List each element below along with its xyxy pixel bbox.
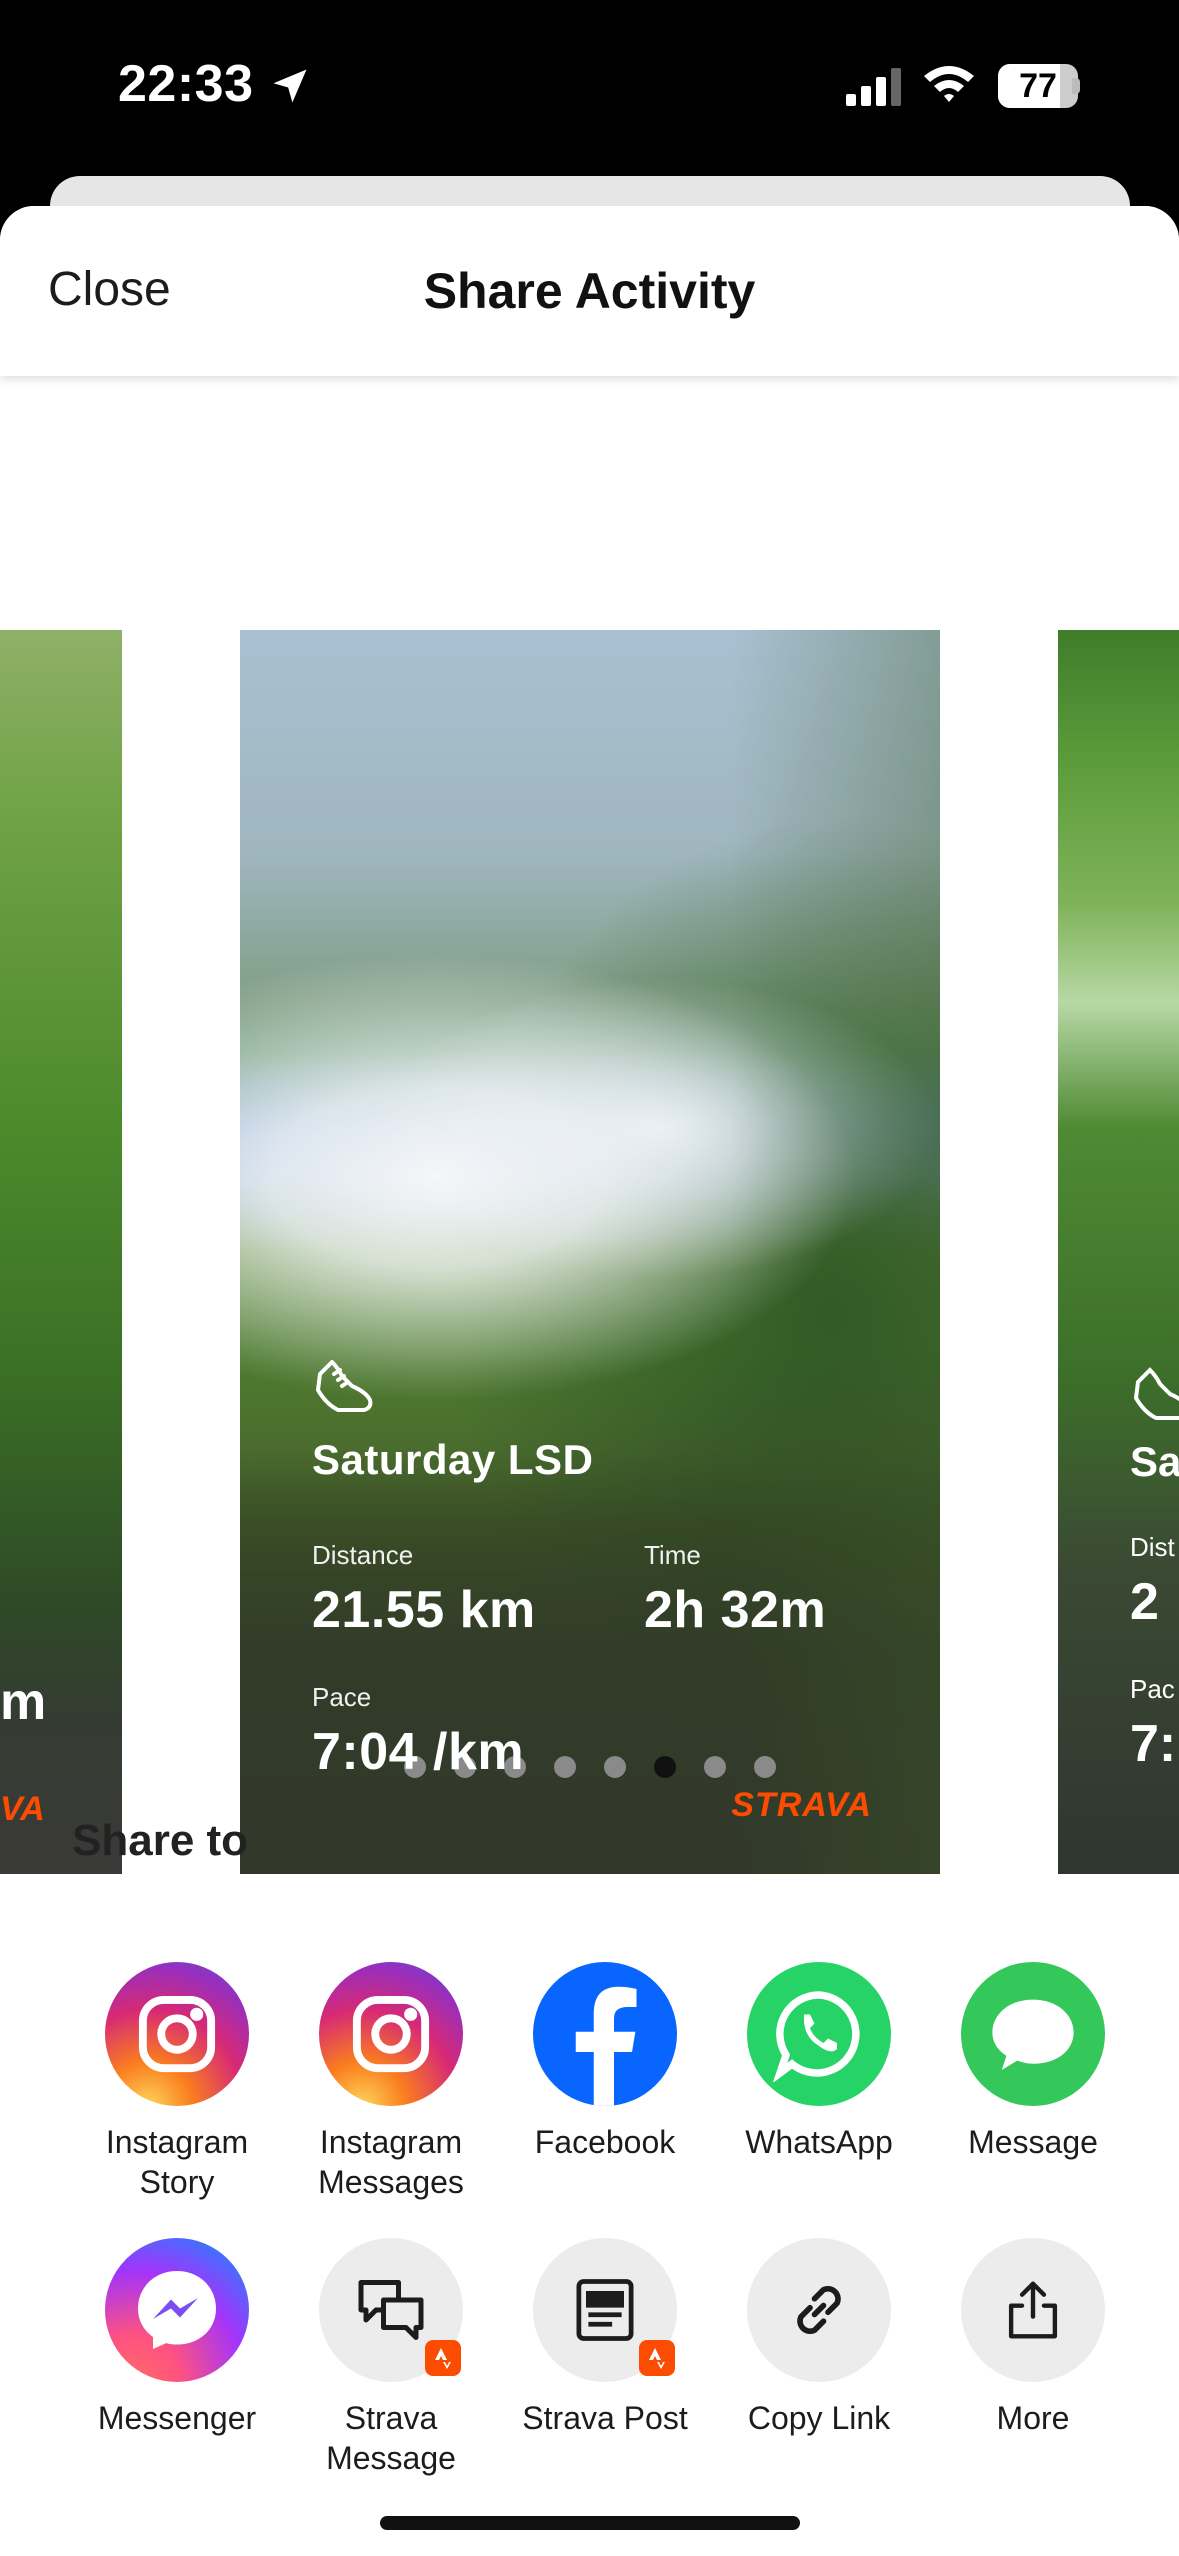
- link-icon: [747, 2238, 891, 2382]
- share-strava-message[interactable]: Strava Message: [284, 2238, 498, 2478]
- time-label: Time: [644, 1540, 701, 1570]
- share-label: Strava Post: [522, 2400, 688, 2436]
- share-label: Messenger: [97, 2400, 257, 2436]
- location-arrow-icon: [273, 69, 307, 103]
- page-title: Share Activity: [423, 263, 756, 319]
- cellular-signal-icon: [846, 68, 901, 106]
- battery-indicator: 77: [998, 64, 1078, 108]
- share-label: More: [996, 2400, 1070, 2436]
- share-label: Strava Message: [326, 2400, 456, 2476]
- distance-label: Distance: [312, 1540, 414, 1570]
- partial-card-title: Sa: [1130, 1438, 1179, 1485]
- partial-card-pace-label: Pac: [1130, 1674, 1175, 1704]
- post-icon: [533, 2238, 677, 2382]
- strava-badge-icon: [425, 2340, 461, 2376]
- chat-bubbles-icon: [319, 2238, 463, 2382]
- share-label: Instagram Messages: [318, 2124, 464, 2200]
- partial-card-distance-label: Dist: [1130, 1532, 1175, 1562]
- sheet-header: Close Share Activity: [0, 206, 1179, 376]
- share-card-next[interactable]: Sa Dist 2 Pac 7:: [1058, 630, 1179, 1874]
- share-instagram-story[interactable]: Instagram Story: [70, 1962, 284, 2202]
- message-bubble-icon: [961, 1962, 1105, 2106]
- share-whatsapp[interactable]: WhatsApp: [712, 1962, 926, 2162]
- pace-label: Pace: [312, 1682, 372, 1712]
- share-facebook[interactable]: Facebook: [498, 1962, 712, 2162]
- instagram-icon: [319, 1962, 463, 2106]
- battery-tip: [1072, 78, 1080, 94]
- share-copy-link[interactable]: Copy Link: [712, 2238, 926, 2438]
- share-card-current[interactable]: Saturday LSD Distance 21.55 km Time 2h 3…: [240, 630, 940, 1874]
- share-instagram-messages[interactable]: Instagram Messages: [284, 1962, 498, 2202]
- wifi-icon: [924, 66, 974, 102]
- whatsapp-icon: [747, 1962, 891, 2106]
- strava-badge-icon: [639, 2340, 675, 2376]
- share-label: WhatsApp: [745, 2124, 893, 2160]
- status-bar: 22:33 77: [0, 0, 1179, 170]
- partial-card-value: m: [0, 1673, 47, 1731]
- share-icon: [961, 2238, 1105, 2382]
- partial-card-distance-value: 2: [1130, 1573, 1159, 1631]
- share-label: Copy Link: [747, 2400, 891, 2436]
- share-to-heading: Share to: [72, 1816, 249, 1865]
- share-message[interactable]: Message: [926, 1962, 1140, 2162]
- running-shoe-icon: [1133, 1367, 1179, 1420]
- share-card-carousel[interactable]: m VA Saturday LSD Distance 21.55 km Time…: [0, 376, 1179, 1956]
- distance-value: 21.55 km: [312, 1581, 536, 1639]
- battery-percentage: 77: [1019, 67, 1057, 105]
- share-messenger[interactable]: Messenger: [70, 2238, 284, 2438]
- share-sheet: Close Share Activity m VA Saturday LSD D…: [0, 206, 1179, 2556]
- running-shoe-icon: [316, 1360, 373, 1412]
- share-more[interactable]: More: [926, 2238, 1140, 2438]
- card-overlay: Saturday LSD Distance 21.55 km Time 2h 3…: [312, 1354, 872, 1874]
- partial-card-pace-value: 7:: [1130, 1715, 1177, 1773]
- home-indicator: [380, 2516, 800, 2530]
- messenger-icon: [105, 2238, 249, 2382]
- share-strava-post[interactable]: Strava Post: [498, 2238, 712, 2438]
- pace-value: 7:04 /km: [312, 1723, 525, 1781]
- strava-logo: STRAVA: [731, 1786, 872, 1824]
- activity-name: Saturday LSD: [312, 1436, 594, 1483]
- share-label: Facebook: [534, 2124, 676, 2160]
- instagram-icon: [105, 1962, 249, 2106]
- share-label: Instagram Story: [105, 2124, 249, 2200]
- partial-card-brand: VA: [0, 1790, 45, 1828]
- facebook-icon: [533, 1962, 677, 2106]
- status-time: 22:33: [118, 55, 254, 113]
- time-value: 2h 32m: [644, 1581, 827, 1639]
- share-card-previous[interactable]: m VA: [0, 630, 122, 1874]
- share-label: Message: [968, 2124, 1098, 2160]
